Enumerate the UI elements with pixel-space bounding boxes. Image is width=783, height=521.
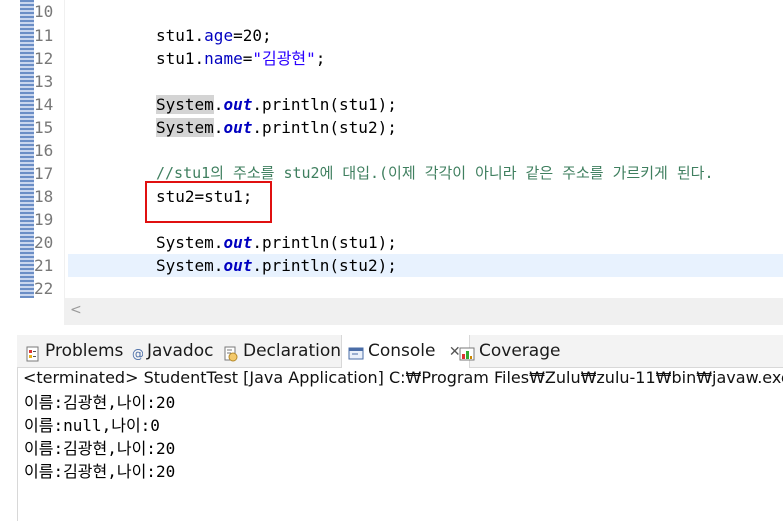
token-static-field: out: [223, 233, 253, 252]
code-line-12[interactable]: stu1.name="김광현";: [156, 47, 325, 70]
console-output-line: 이름:김광현,나이:20: [24, 462, 176, 481]
token-class: System: [156, 95, 214, 114]
code-line-14[interactable]: System.out.println(stu1);: [156, 93, 397, 116]
line-number: 15: [34, 118, 54, 137]
code-line-20[interactable]: System.out.println(stu1);: [156, 231, 397, 254]
token-method-call: .println(stu1);: [252, 233, 397, 252]
line-number: 12: [34, 49, 54, 68]
token-variable: stu1: [156, 26, 195, 45]
console-status-line: <terminated> StudentTest [Java Applicati…: [23, 368, 783, 387]
token-method-call: .println(stu2);: [252, 256, 397, 275]
token-operator: =: [242, 49, 253, 68]
token-number: 20;: [242, 26, 272, 45]
coverage-icon: [459, 341, 475, 361]
line-number: 20: [34, 233, 54, 252]
token-field: age: [204, 26, 234, 45]
token-dot: .: [213, 233, 224, 252]
token-operator: =: [233, 26, 243, 45]
tab-javadoc[interactable]: @ Javadoc: [131, 335, 213, 367]
token-dot: .: [213, 95, 224, 114]
token-method-call: .println(stu1);: [252, 95, 397, 114]
horizontal-scrollbar[interactable]: <: [64, 298, 783, 325]
token-variable: stu1: [156, 49, 195, 68]
tab-label: Problems: [45, 341, 124, 361]
code-editor[interactable]: 10 11 12 13 14 15 16 17 18 19 20 21 22 s…: [0, 0, 783, 327]
scroll-left-arrow-icon[interactable]: <: [70, 302, 82, 318]
token-dot: .: [194, 26, 205, 45]
token-dot: .: [213, 118, 224, 137]
code-line-15[interactable]: System.out.println(stu2);: [156, 116, 397, 139]
line-number: 11: [34, 26, 54, 45]
token-semicolon: ;: [315, 49, 326, 68]
editor-border: [64, 0, 65, 298]
declaration-icon: [223, 341, 239, 362]
token-dot: .: [194, 49, 205, 68]
overview-ruler: [20, 0, 34, 298]
line-number: 18: [34, 187, 54, 206]
bottom-panel: Problems @ Javadoc Declaration Console ✕…: [0, 327, 783, 521]
panel-tab-bar: Problems @ Javadoc Declaration Console ✕…: [17, 335, 783, 368]
tab-problems[interactable]: Problems: [25, 335, 123, 367]
tab-label: Javadoc: [147, 341, 214, 361]
token-class: System: [156, 233, 214, 252]
problems-icon: [25, 341, 41, 362]
tab-label: Declaration: [243, 341, 342, 361]
line-number: 19: [34, 210, 54, 229]
console-output-line: 이름:김광현,나이:20: [24, 439, 176, 458]
token-static-field: out: [223, 118, 253, 137]
svg-text:@: @: [132, 347, 143, 361]
line-number: 17: [34, 164, 54, 183]
line-number: 22: [34, 279, 54, 298]
line-number: 14: [34, 95, 54, 114]
token-field: name: [204, 49, 243, 68]
line-number: 10: [34, 2, 54, 21]
tab-coverage[interactable]: Coverage: [459, 335, 560, 367]
tab-label: Coverage: [479, 341, 561, 361]
code-line-21[interactable]: System.out.println(stu2);: [156, 254, 397, 277]
token-string: "김광현": [252, 49, 316, 68]
token-static-field: out: [223, 95, 253, 114]
line-number: 21: [34, 256, 54, 275]
code-line-11[interactable]: stu1.age=20;: [156, 24, 272, 47]
tab-declaration[interactable]: Declaration: [223, 335, 341, 367]
token-class: System: [156, 256, 214, 275]
javadoc-icon: @: [131, 341, 144, 361]
tab-console[interactable]: Console ✕: [341, 335, 470, 368]
highlight-annotation-box: [145, 181, 272, 223]
token-method-call: .println(stu2);: [252, 118, 397, 137]
panel-left-border: [17, 367, 18, 521]
console-output-line: 이름:김광현,나이:20: [24, 393, 176, 412]
token-class: System: [156, 118, 214, 137]
token-dot: .: [213, 256, 224, 275]
tab-label: Console: [368, 341, 436, 361]
line-number: 16: [34, 141, 54, 160]
token-static-field: out: [223, 256, 253, 275]
console-output-line: 이름:null,나이:0: [24, 416, 160, 435]
line-number: 13: [34, 72, 54, 91]
console-icon: [348, 341, 364, 360]
